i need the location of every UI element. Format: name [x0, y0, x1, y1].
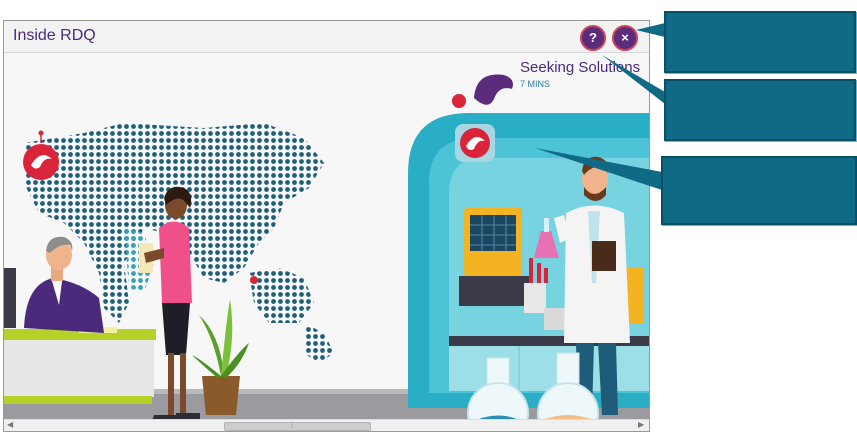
scene-illustration: Seeking Solutions 7 MINS [4, 53, 649, 423]
help-icon: ? [589, 30, 597, 45]
scroll-left-icon[interactable]: ◀ [7, 420, 13, 429]
help-button[interactable]: ? [580, 25, 606, 51]
callout-box-help[interactable] [664, 11, 856, 73]
scrollbar-thumb[interactable]: ⦙ [224, 420, 371, 431]
lab-hotspot-button [455, 124, 495, 162]
brand-blob-hotspot [452, 74, 513, 108]
app-window: Inside RDQ ? × Seeking Solutions 7 MINS … [3, 20, 650, 432]
horizontal-scrollbar[interactable]: ◀ ⦙ ▶ [4, 419, 649, 431]
scroll-right-icon[interactable]: ▶ [638, 420, 644, 429]
close-icon: × [621, 30, 629, 45]
hotspot-label[interactable]: Seeking Solutions 7 MINS [520, 59, 640, 89]
callout-box-hotspot[interactable] [661, 156, 857, 225]
title-bar: Inside RDQ ? × [4, 21, 649, 53]
grip-icon: ⦙ [291, 420, 294, 430]
close-button[interactable]: × [612, 25, 638, 51]
window-title: Inside RDQ [13, 27, 96, 44]
hotspot-duration: 7 MINS [520, 79, 551, 89]
brand-pin-left [23, 130, 59, 180]
office-lab-illustration [4, 74, 649, 423]
callout-box-close[interactable] [664, 79, 856, 141]
hotspot-title: Seeking Solutions [520, 59, 641, 76]
